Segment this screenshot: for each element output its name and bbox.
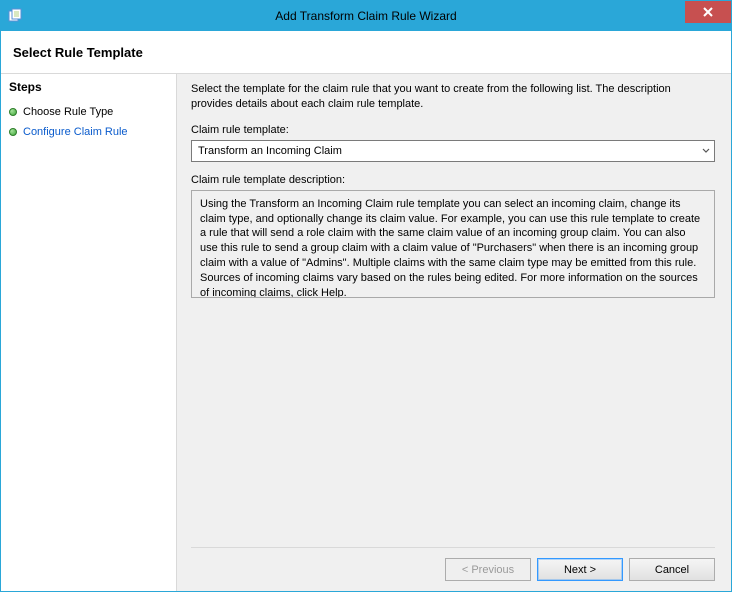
dropdown-selected-value: Transform an Incoming Claim bbox=[198, 145, 342, 157]
step-choose-rule-type[interactable]: Choose Rule Type bbox=[9, 102, 168, 122]
page-title: Select Rule Template bbox=[13, 45, 143, 60]
close-button[interactable] bbox=[685, 1, 731, 23]
cancel-button[interactable]: Cancel bbox=[629, 558, 715, 581]
body: Steps Choose Rule Type Configure Claim R… bbox=[1, 73, 731, 591]
steps-heading: Steps bbox=[9, 80, 168, 98]
main-panel: Select the template for the claim rule t… bbox=[177, 74, 731, 591]
step-label: Choose Rule Type bbox=[23, 106, 113, 118]
step-configure-claim-rule[interactable]: Configure Claim Rule bbox=[9, 122, 168, 142]
next-button[interactable]: Next > bbox=[537, 558, 623, 581]
template-field-label: Claim rule template: bbox=[191, 124, 715, 136]
window-title: Add Transform Claim Rule Wizard bbox=[1, 9, 731, 23]
claim-rule-template-dropdown[interactable]: Transform an Incoming Claim bbox=[191, 140, 715, 162]
page-header: Select Rule Template bbox=[1, 31, 731, 73]
wizard-window: Add Transform Claim Rule Wizard Select R… bbox=[0, 0, 732, 592]
template-description-box: Using the Transform an Incoming Claim ru… bbox=[191, 190, 715, 298]
template-description-text: Using the Transform an Incoming Claim ru… bbox=[200, 198, 700, 298]
step-bullet-icon bbox=[9, 128, 17, 136]
previous-button: < Previous bbox=[445, 558, 531, 581]
close-icon bbox=[703, 5, 713, 20]
titlebar: Add Transform Claim Rule Wizard bbox=[1, 1, 731, 31]
description-field-label: Claim rule template description: bbox=[191, 174, 715, 186]
chevron-down-icon bbox=[702, 146, 710, 156]
button-bar: < Previous Next > Cancel bbox=[191, 547, 715, 581]
step-label: Configure Claim Rule bbox=[23, 126, 128, 138]
sidebar: Steps Choose Rule Type Configure Claim R… bbox=[1, 74, 177, 591]
step-bullet-icon bbox=[9, 108, 17, 116]
instruction-text: Select the template for the claim rule t… bbox=[191, 82, 715, 112]
